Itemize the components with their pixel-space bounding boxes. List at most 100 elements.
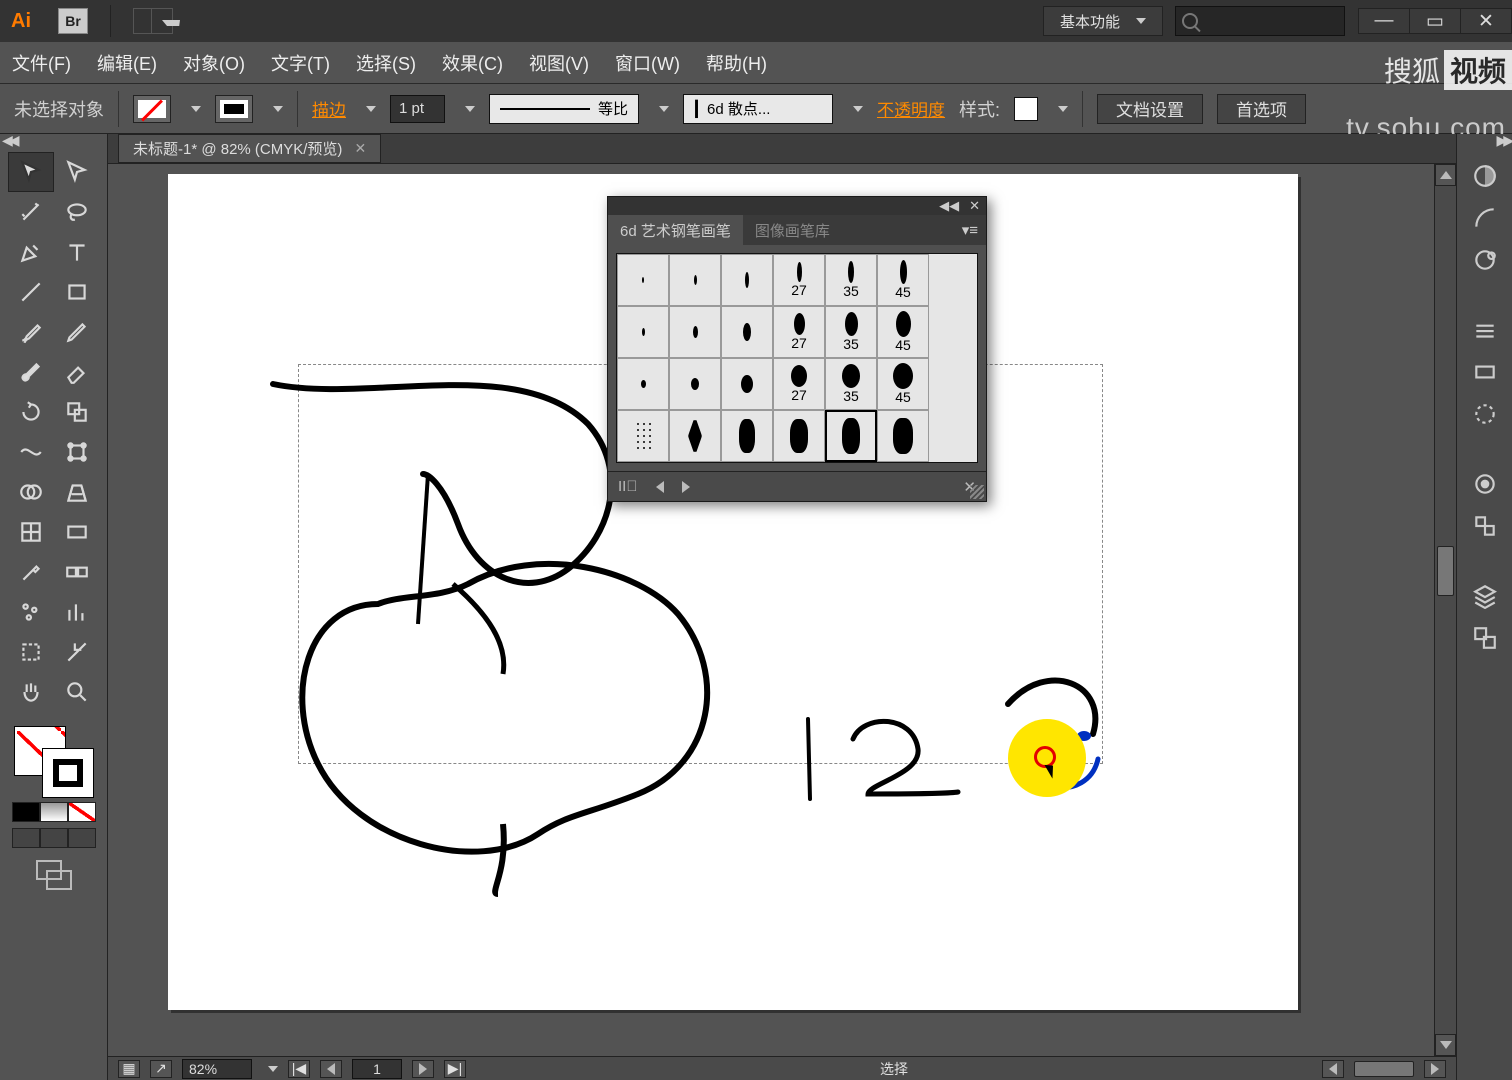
tool-gradient[interactable] — [54, 512, 100, 552]
tool-rotate[interactable] — [8, 392, 54, 432]
gradient-panel-icon[interactable] — [1466, 354, 1504, 390]
close-tab-icon[interactable]: ✕ — [354, 140, 366, 157]
tool-width[interactable] — [8, 432, 54, 472]
vertical-scrollbar[interactable] — [1434, 164, 1456, 1056]
brush-swatch[interactable] — [773, 410, 825, 462]
preferences-button[interactable]: 首选项 — [1217, 94, 1306, 124]
stepper-up-icon[interactable] — [366, 106, 376, 112]
menu-edit[interactable]: 编辑(E) — [97, 50, 157, 76]
share-icon[interactable]: ↗ — [150, 1060, 172, 1078]
color-panel-icon[interactable] — [1466, 158, 1504, 194]
tool-symbol-sprayer[interactable] — [8, 592, 54, 632]
tool-selection[interactable] — [8, 152, 54, 192]
tool-eraser[interactable] — [54, 352, 100, 392]
brush-swatch[interactable] — [721, 358, 773, 410]
window-maximize-button[interactable]: ▭ — [1409, 8, 1461, 34]
stroke-swatch-icon[interactable] — [42, 748, 94, 798]
brush-swatch[interactable]: 45 — [877, 358, 929, 410]
brush-swatch[interactable] — [617, 410, 669, 462]
tool-blob-brush[interactable] — [8, 352, 54, 392]
tool-artboard[interactable] — [8, 632, 54, 672]
scroll-up-button[interactable] — [1435, 164, 1456, 186]
brush-swatch[interactable]: 27 — [773, 254, 825, 306]
draw-inside[interactable] — [68, 828, 96, 848]
brush-swatch[interactable]: 45 — [877, 254, 929, 306]
brush-swatch[interactable]: 45 — [877, 306, 929, 358]
brush-swatch[interactable]: 35 — [825, 306, 877, 358]
opacity-label[interactable]: 不透明度 — [877, 96, 945, 121]
brush-swatch[interactable] — [617, 306, 669, 358]
tool-slice[interactable] — [54, 632, 100, 672]
appearance-panel-icon[interactable] — [1466, 466, 1504, 502]
brush-swatch-selected[interactable] — [825, 410, 877, 462]
color-guide-panel-icon[interactable] — [1466, 200, 1504, 236]
prev-library-icon[interactable] — [656, 481, 664, 493]
tool-scale[interactable] — [54, 392, 100, 432]
brush-swatch[interactable] — [721, 254, 773, 306]
stroke-weight-input[interactable]: 1 pt — [390, 95, 445, 123]
change-screen-mode[interactable] — [36, 860, 72, 890]
variable-width-dropdown[interactable]: 等比 — [489, 94, 639, 124]
scroll-thumb[interactable] — [1354, 1061, 1414, 1077]
fill-stroke-swatch[interactable] — [14, 726, 94, 798]
menu-type[interactable]: 文字(T) — [271, 50, 330, 76]
chevron-down-icon[interactable] — [268, 1066, 278, 1072]
brush-swatch[interactable] — [721, 410, 773, 462]
scroll-left-button[interactable] — [1322, 1060, 1344, 1078]
brush-definition-dropdown[interactable]: ┃6d 散点... — [683, 94, 833, 124]
menu-object[interactable]: 对象(O) — [183, 50, 245, 76]
first-artboard-button[interactable]: |◀ — [288, 1060, 310, 1078]
tool-direct-selection[interactable] — [54, 152, 100, 192]
brush-swatch[interactable] — [669, 358, 721, 410]
color-mode-gradient[interactable] — [40, 802, 68, 822]
panel-resize-grip[interactable] — [970, 485, 984, 499]
brush-swatch[interactable]: 35 — [825, 358, 877, 410]
tool-eyedropper[interactable] — [8, 552, 54, 592]
chevron-down-icon[interactable] — [659, 106, 669, 112]
panel-collapse-icon[interactable]: ◀◀ — [939, 198, 959, 214]
bridge-button[interactable]: Br — [58, 8, 88, 34]
tool-free-transform[interactable] — [54, 432, 100, 472]
swatches-panel-icon[interactable] — [1466, 242, 1504, 278]
draw-behind[interactable] — [40, 828, 68, 848]
search-input[interactable] — [1175, 6, 1345, 36]
menu-effect[interactable]: 效果(C) — [442, 50, 503, 76]
panel-header[interactable]: ◀◀ ✕ — [608, 197, 986, 215]
stroke-label[interactable]: 描边 — [312, 96, 346, 121]
artboards-panel-icon[interactable] — [1466, 620, 1504, 656]
stroke-panel-icon[interactable] — [1466, 312, 1504, 348]
tool-mesh[interactable] — [8, 512, 54, 552]
chevron-down-icon[interactable] — [191, 106, 201, 112]
chevron-down-icon[interactable] — [1058, 106, 1068, 112]
tool-hand[interactable] — [8, 672, 54, 712]
draw-normal[interactable] — [12, 828, 40, 848]
document-tab[interactable]: 未标题-1* @ 82% (CMYK/预览) ✕ — [118, 134, 381, 163]
color-mode-color[interactable] — [12, 802, 40, 822]
panel-menu-icon[interactable]: ▾≡ — [962, 221, 986, 239]
artboard-number-input[interactable]: 1 — [352, 1059, 402, 1079]
panel-tab-inactive[interactable]: 图像画笔库 — [743, 215, 842, 246]
tool-perspective[interactable] — [54, 472, 100, 512]
workspace-dropdown[interactable]: 基本功能 — [1043, 6, 1163, 36]
brush-swatch[interactable] — [669, 410, 721, 462]
brush-swatch[interactable]: 35 — [825, 254, 877, 306]
tool-pencil[interactable] — [54, 312, 100, 352]
tool-pen[interactable] — [8, 232, 54, 272]
fill-swatch[interactable] — [133, 95, 171, 123]
chevron-down-icon[interactable] — [273, 106, 283, 112]
stroke-swatch[interactable] — [215, 95, 253, 123]
menu-window[interactable]: 窗口(W) — [615, 50, 680, 76]
collapse-right-icon[interactable]: ▶▶ — [1496, 132, 1510, 149]
tool-column-graph[interactable] — [54, 592, 100, 632]
chevron-down-icon[interactable] — [853, 106, 863, 112]
tool-magic-wand[interactable] — [8, 192, 54, 232]
prev-artboard-button[interactable] — [320, 1060, 342, 1078]
tool-line[interactable] — [8, 272, 54, 312]
tool-rectangle[interactable] — [54, 272, 100, 312]
scroll-thumb[interactable] — [1437, 546, 1454, 596]
layers-panel-icon[interactable] — [1466, 578, 1504, 614]
brush-swatch[interactable]: 27 — [773, 306, 825, 358]
tool-lasso[interactable] — [54, 192, 100, 232]
tool-paintbrush[interactable] — [8, 312, 54, 352]
artboard-nav-icon[interactable]: ▦ — [118, 1060, 140, 1078]
